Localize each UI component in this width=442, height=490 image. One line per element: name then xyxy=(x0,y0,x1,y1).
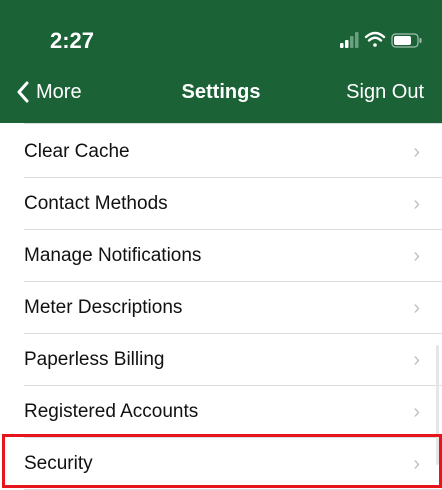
settings-item-meter-descriptions[interactable]: Meter Descriptions › xyxy=(0,282,442,334)
settings-item-label: Paperless Billing xyxy=(24,349,165,370)
settings-item-label: Meter Descriptions xyxy=(24,297,183,318)
chevron-right-icon: › xyxy=(413,193,420,215)
back-button[interactable]: More xyxy=(16,78,82,106)
settings-item-label: Registered Accounts xyxy=(24,401,199,422)
settings-item-label: Clear Cache xyxy=(24,141,130,162)
navigation-bar: More Settings Sign Out xyxy=(0,72,442,123)
status-icons xyxy=(340,31,422,48)
settings-item-manage-notifications[interactable]: Manage Notifications › xyxy=(0,230,442,282)
chevron-right-icon: › xyxy=(413,401,420,423)
settings-item-contact-methods[interactable]: Contact Methods › xyxy=(0,178,442,230)
chevron-right-icon: › xyxy=(413,297,420,319)
chevron-right-icon: › xyxy=(413,349,420,371)
battery-icon xyxy=(391,33,422,48)
settings-item-paperless-billing[interactable]: Paperless Billing › xyxy=(0,334,442,386)
settings-list: Clear Cache › Contact Methods › Manage N… xyxy=(0,123,442,490)
cellular-signal-icon xyxy=(340,32,359,48)
list-divider xyxy=(24,123,442,124)
settings-item-registered-accounts[interactable]: Registered Accounts › xyxy=(0,386,442,438)
wifi-icon xyxy=(364,31,386,47)
settings-item-label: Security xyxy=(24,453,93,474)
sign-out-button[interactable]: Sign Out xyxy=(346,78,424,106)
chevron-right-icon: › xyxy=(413,245,420,267)
settings-item-security[interactable]: Security › xyxy=(0,438,442,490)
back-label: More xyxy=(36,80,82,103)
settings-item-label: Contact Methods xyxy=(24,193,168,214)
chevron-left-icon xyxy=(17,81,29,103)
status-time: 2:27 xyxy=(50,28,95,53)
app-header: 2:27 More Settings Sign Out xyxy=(0,0,442,123)
chevron-right-icon: › xyxy=(413,453,420,475)
status-bar: 2:27 xyxy=(0,0,442,72)
chevron-right-icon: › xyxy=(413,141,420,163)
scroll-indicator[interactable] xyxy=(436,345,439,465)
settings-item-label: Manage Notifications xyxy=(24,245,202,266)
settings-item-clear-cache[interactable]: Clear Cache › xyxy=(0,126,442,178)
